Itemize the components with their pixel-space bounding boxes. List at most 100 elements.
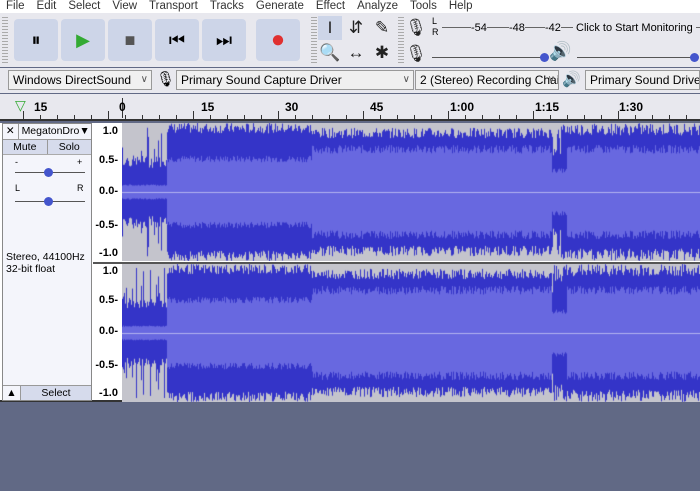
record-volume-thumb[interactable] [540,53,549,62]
menu-select[interactable]: Select [62,0,106,13]
recording-device-value: Primary Sound Capture Driver [181,73,342,87]
meter-r: R [432,27,439,37]
time-shift-tool-icon[interactable]: ↔ [344,41,368,65]
stop-button[interactable]: ■ [108,19,152,61]
menu-tracks[interactable]: Tracks [204,0,250,13]
toolbar-grip[interactable] [311,17,317,63]
start-monitoring-button[interactable]: Click to Start Monitoring [573,22,696,34]
record-volume-mic-icon: 🎙 [405,44,427,63]
scale-label: 0.5- [99,154,118,166]
vertical-scale-right[interactable]: 1.0 0.5- 0.0- -0.5- -1.0 [93,263,122,402]
chevron-down-icon: ∨ [547,74,555,85]
menu-file[interactable]: File [0,0,31,13]
record-meter-mic-icon[interactable]: 🎙 [404,16,428,40]
menu-analyze[interactable]: Analyze [351,0,404,13]
vertical-scale-left[interactable]: 1.0 0.5- 0.0- -0.5- -1.0 [93,123,122,262]
track-format: Stereo, 44100Hz [6,251,85,263]
stop-icon: ■ [124,29,136,50]
ruler-label: 15 [201,100,215,114]
record-icon: ● [270,26,286,53]
play-icon: ▶ [76,29,90,50]
gain-plus: + [77,157,83,167]
pan-l: L [15,183,21,193]
playback-device-select[interactable]: Primary Sound Driver [585,70,700,90]
menu-edit[interactable]: Edit [31,0,63,13]
waveform-left-channel[interactable] [122,123,700,261]
ruler-label: 1:30 [619,100,644,114]
menu-effect[interactable]: Effect [310,0,351,13]
skip-start-icon: ⏮ [168,29,186,50]
meter-tick: -54 [471,22,487,34]
recording-channels-value: 2 (Stereo) Recording Chai [420,73,559,87]
play-button[interactable]: ▶ [61,19,105,61]
skip-start-button[interactable]: ⏮ [155,19,199,61]
menu-generate[interactable]: Generate [250,0,310,13]
scale-label: 0.0- [99,185,118,197]
record-volume-slider[interactable] [432,57,544,58]
skip-end-icon: ⏭ [215,29,233,50]
envelope-tool-icon[interactable]: ⇵ [344,16,368,40]
draw-tool-icon[interactable]: ✎ [370,16,394,40]
meter-l: L [432,16,438,26]
recording-device-select[interactable]: Primary Sound Capture Driver ∨ [176,70,414,90]
ruler-label: 15 [34,100,48,114]
close-track-button[interactable]: ✕ [3,124,19,139]
caret-down-icon[interactable]: ▼ [79,124,91,139]
chevron-down-icon: ∨ [140,74,148,85]
scale-label: 1.0 [102,125,118,137]
multi-tool-icon[interactable]: ✱ [370,41,394,65]
ruler-label: 1:00 [450,100,475,114]
pause-button[interactable]: ⏸ [14,19,58,61]
selection-tool-icon[interactable]: I [318,16,342,40]
skip-end-button[interactable]: ⏭ [202,19,246,61]
ruler-label: 45 [370,100,384,114]
gain-thumb[interactable] [44,168,53,177]
meter-channel-labels: LR [432,16,439,38]
pan-thumb[interactable] [44,197,53,206]
timeline-ruler[interactable]: ▽ 15 0 15 30 45 1:00 1:15 1:30 [0,94,700,121]
audio-host-select[interactable]: Windows DirectSound ∨ [8,70,152,90]
track-bit-depth: 32-bit float [6,263,56,275]
scale-label: 1.0 [102,265,118,277]
menu-view[interactable]: View [106,0,143,13]
toolbar-grip[interactable] [2,17,8,63]
mute-button[interactable]: Mute [3,140,48,154]
scale-label: -0.5- [95,359,118,371]
ruler-label: 1:15 [535,100,560,114]
menu-tools[interactable]: Tools [404,0,443,13]
scale-label: 0.5- [99,294,118,306]
mic-icon: 🎙 [156,71,176,88]
playback-device-value: Primary Sound Driver [590,73,700,87]
menu-help[interactable]: Help [443,0,479,13]
record-button[interactable]: ● [256,19,300,61]
menu-bar: File Edit Select View Transport Tracks Generat… [0,0,700,13]
collapse-track-button[interactable]: ▲ [3,386,21,400]
meter-tick: -42 [545,22,561,34]
scale-label: 0.0- [99,325,118,337]
audio-host-value: Windows DirectSound [13,73,132,87]
scale-label: -1.0 [99,387,118,399]
pan-r: R [77,183,84,193]
track-control-panel: ✕ MegatonDro ▼ Mute Solo - + L R Stereo,… [2,123,92,401]
menu-transport[interactable]: Transport [143,0,204,13]
playback-volume-thumb[interactable] [690,53,699,62]
scale-label: -0.5- [95,219,118,231]
scale-label: -1.0 [99,247,118,259]
toolbar-area: ⏸ ▶ ■ ⏮ ⏭ ● I ⇵ ✎ 🔍 ↔ ✱ 🎙 LR -54 -48 -42 Click to … [0,13,700,67]
waveform-right-channel[interactable] [122,264,700,402]
gain-minus: - [15,157,18,167]
playback-volume-slider[interactable] [577,57,695,58]
solo-button[interactable]: Solo [47,140,91,154]
pause-icon: ⏸ [31,29,41,50]
device-toolbar: Windows DirectSound ∨ 🎙 Primary Sound Cap… [0,68,700,93]
track-name-menu[interactable]: MegatonDro [19,124,80,139]
play-head-triangle-icon[interactable]: ▽ [15,97,26,114]
chevron-down-icon: ∨ [402,74,410,85]
select-track-button[interactable]: Select [21,386,91,400]
zoom-tool-icon[interactable]: 🔍 [318,41,342,65]
speaker-icon: 🔊 [562,71,581,88]
ruler-label: 0 [119,100,126,114]
recording-channels-select[interactable]: 2 (Stereo) Recording Chai ∨ [415,70,559,90]
meter-tick: -48 [509,22,525,34]
ruler-label: 30 [285,100,299,114]
